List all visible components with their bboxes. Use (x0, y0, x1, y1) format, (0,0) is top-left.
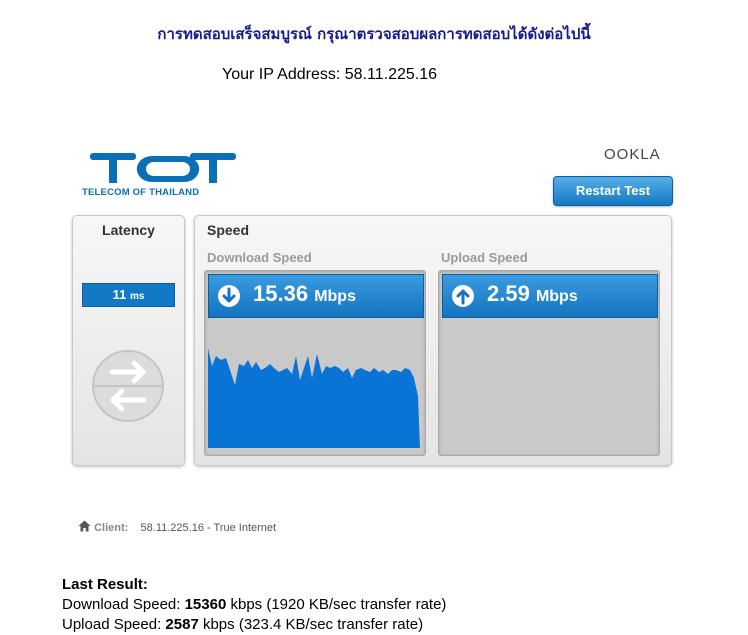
client-info: Client: 58.11.225.16 - True Internet (78, 520, 276, 534)
last-result-upload: Upload Speed: 2587 kbps (323.4 KB/sec tr… (62, 615, 446, 635)
upload-suffix: kbps (323.4 KB/sec transfer rate) (202, 616, 424, 633)
client-value: 58.11.225.16 - True Internet (140, 522, 277, 534)
client-label: Client: (94, 522, 129, 534)
download-speed-value: 15.36 (253, 281, 309, 306)
download-kbps: 15360 (184, 596, 227, 613)
last-result-title: Last Result: (62, 576, 148, 593)
latency-unit: ms (129, 291, 145, 302)
tot-tagline: TELECOM OF THAILAND (82, 187, 200, 198)
upload-speed-unit: Mbps (535, 288, 578, 305)
last-result-block: Last Result: Download Speed: 15360 kbps … (62, 575, 446, 635)
download-prefix: Download Speed: (62, 596, 181, 613)
download-speed-label: Download Speed (207, 250, 312, 265)
download-suffix: kbps (1920 KB/sec transfer rate) (230, 596, 447, 613)
restart-test-button[interactable]: Restart Test (553, 176, 673, 206)
download-speed-graph (208, 348, 420, 448)
ping-arrows-icon (92, 350, 164, 422)
latency-panel (72, 215, 185, 466)
upload-kbps: 2587 (165, 616, 199, 633)
page-heading: การทดสอบเสร็จสมบูรณ์ กรุณาตรวจสอบผลการทด… (157, 25, 591, 43)
upload-prefix: Upload Speed: (62, 616, 162, 633)
speed-title: Speed (207, 222, 250, 238)
upload-speed-display: 2.59 Mbps (442, 274, 658, 318)
upload-speed-label: Upload Speed (441, 250, 528, 265)
ip-value: 58.11.225.16 (344, 66, 437, 83)
last-result-download: Download Speed: 15360 kbps (1920 KB/sec … (62, 595, 446, 615)
ip-address-line: Your IP Address: 58.11.225.16 (222, 66, 437, 84)
home-icon (78, 520, 91, 532)
latency-value: 11 (112, 287, 127, 302)
download-arrow-icon (218, 285, 240, 307)
ip-label: Your IP Address: (222, 66, 341, 83)
upload-speed-value: 2.59 (487, 281, 530, 306)
ookla-logo: OOKLA (604, 146, 661, 163)
latency-value-box: 11 ms (82, 283, 175, 307)
latency-title: Latency (102, 222, 155, 238)
upload-arrow-icon (452, 285, 474, 307)
download-speed-display: 15.36 Mbps (208, 274, 424, 318)
download-speed-unit: Mbps (314, 288, 356, 305)
